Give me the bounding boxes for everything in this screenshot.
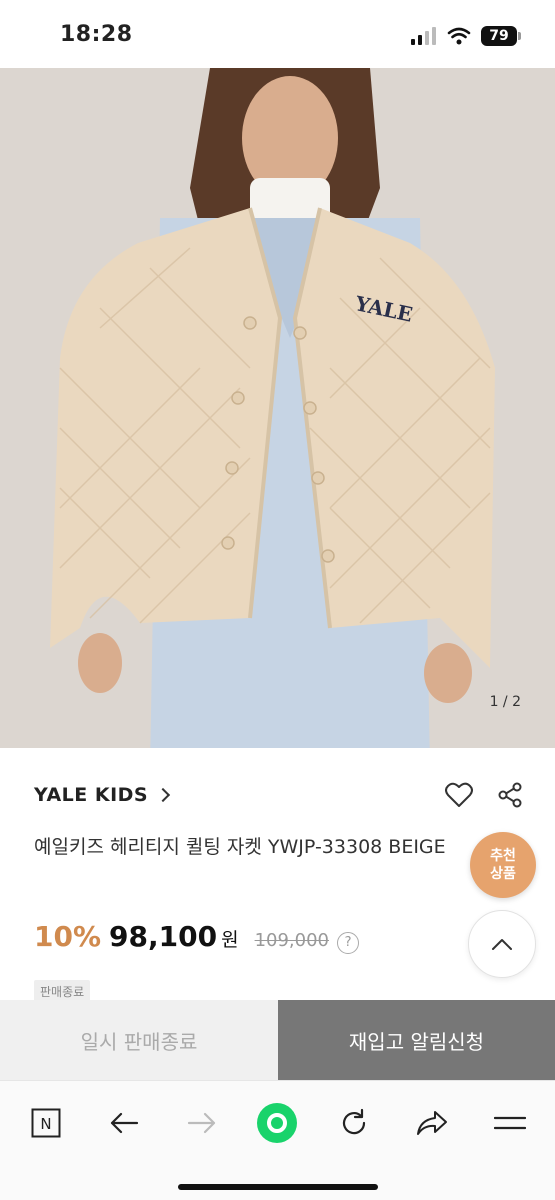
share-arrow-icon <box>417 1111 447 1135</box>
status-time: 18:28 <box>60 22 133 47</box>
share-icon[interactable] <box>497 782 523 808</box>
refresh-button[interactable] <box>332 1101 376 1145</box>
sale-price: 98,100 <box>109 920 218 953</box>
hamburger-menu-icon <box>494 1116 526 1130</box>
price-row: 10% 98,100 원 109,000 ? <box>34 920 360 954</box>
naver-n-label: N <box>40 1115 51 1133</box>
brand-name[interactable]: YALE KIDS <box>34 784 148 806</box>
restock-alert-button[interactable]: 재입고 알림신청 <box>278 1000 555 1080</box>
discount-rate: 10% <box>34 920 102 953</box>
temporarily-sold-out-button[interactable]: 일시 판매종료 <box>0 1000 278 1080</box>
original-price: 109,000 <box>254 930 330 951</box>
arrow-right-icon <box>187 1112 216 1134</box>
back-button[interactable] <box>102 1101 146 1145</box>
naver-home-button[interactable]: N <box>24 1101 68 1145</box>
recommend-products-button[interactable]: 추천 상품 <box>470 832 536 898</box>
wifi-icon <box>447 27 471 45</box>
product-photo: YALE <box>0 68 555 748</box>
forward-button[interactable] <box>180 1101 224 1145</box>
image-counter: 1 / 2 <box>489 694 521 710</box>
recommend-label-line2: 상품 <box>490 866 516 882</box>
share-page-button[interactable] <box>410 1101 454 1145</box>
help-icon[interactable]: ? <box>337 931 360 954</box>
menu-button[interactable] <box>488 1101 532 1145</box>
refresh-icon <box>342 1108 366 1135</box>
brand-row[interactable]: YALE KIDS <box>34 780 525 810</box>
arrow-left-icon <box>110 1112 139 1134</box>
recommend-label-line1: 추천 <box>490 848 516 864</box>
product-title: 예일키즈 헤리티지 퀼팅 자켓 YWJP-33308 BEIGE <box>34 836 446 858</box>
naver-n-icon: N <box>31 1108 61 1138</box>
status-bar: 18:28 79 <box>0 0 555 68</box>
action-bar: 일시 판매종료 재입고 알림신청 <box>0 1000 555 1080</box>
green-dot-button[interactable] <box>255 1101 299 1145</box>
battery-indicator: 79 <box>481 26 521 46</box>
home-indicator <box>178 1184 378 1190</box>
scroll-top-button[interactable] <box>468 910 536 978</box>
chevron-up-icon <box>492 939 512 950</box>
product-image[interactable]: YALE 1 / 2 <box>0 68 555 748</box>
browser-toolbar: N <box>0 1080 555 1200</box>
status-icons: 79 <box>411 26 521 46</box>
currency: 원 <box>221 929 239 951</box>
heart-icon[interactable] <box>445 782 473 808</box>
cellular-signal-icon <box>411 27 436 45</box>
green-dot-icon <box>257 1103 297 1143</box>
chevron-right-icon <box>156 787 171 803</box>
